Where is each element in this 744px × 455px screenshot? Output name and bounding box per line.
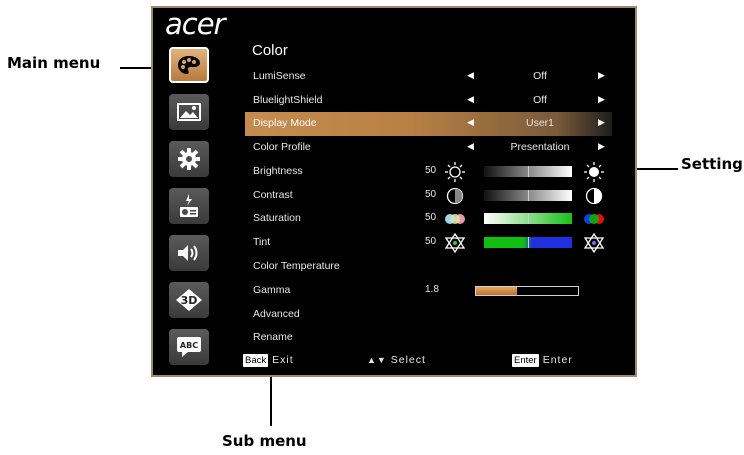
row-label: Color Profile [253, 141, 311, 153]
menu-3d[interactable]: 3D [169, 282, 209, 318]
row-label: BluelightShield [253, 94, 323, 106]
right-arrow-icon[interactable]: ▶ [598, 94, 605, 105]
row-rename[interactable]: Rename [245, 326, 612, 350]
row-display-mode[interactable]: Display Mode ◀ User1 ▶ [245, 112, 612, 136]
row-color-profile[interactable]: Color Profile ◀ Presentation ▶ [245, 136, 612, 160]
brightness-high-icon [584, 162, 604, 182]
back-key[interactable]: Back [243, 354, 269, 367]
menu-settings[interactable] [169, 141, 209, 177]
callout-main-menu: Main menu [7, 54, 101, 72]
acer-logo: acer [165, 7, 225, 41]
row-label: LumiSense [253, 70, 306, 82]
menu-management[interactable] [169, 188, 209, 224]
language-icon: ABC [177, 337, 201, 357]
row-value: Presentation [510, 141, 570, 153]
page-title: Color [252, 42, 288, 59]
row-number: 50 [425, 212, 437, 223]
row-label: Gamma [253, 284, 291, 296]
menu-audio[interactable] [169, 235, 209, 271]
saturation-high-icon [584, 214, 604, 224]
palette-icon [178, 56, 200, 74]
row-advanced[interactable]: Advanced [245, 303, 612, 327]
speaker-icon [178, 245, 198, 261]
menu-color[interactable] [169, 47, 209, 83]
row-label: Contrast [253, 189, 293, 201]
select-label: Select [390, 354, 426, 366]
right-arrow-icon[interactable]: ▶ [598, 117, 605, 128]
3d-icon: 3D [176, 289, 202, 311]
left-arrow-icon[interactable]: ◀ [467, 141, 474, 152]
row-label: Color Temperature [253, 260, 340, 272]
row-label: Advanced [253, 308, 300, 320]
row-label: Rename [253, 331, 293, 343]
row-value: Off [533, 94, 547, 106]
contrast-slider[interactable] [484, 190, 572, 201]
row-lumisense[interactable]: LumiSense ◀ Off ▶ [245, 65, 612, 89]
projector-power-icon [180, 194, 198, 217]
row-number: 50 [425, 165, 437, 176]
row-number: 50 [425, 189, 437, 200]
row-number: 1.8 [425, 284, 439, 295]
left-arrow-icon[interactable]: ◀ [467, 70, 474, 81]
row-number: 50 [425, 236, 437, 247]
row-label: Display Mode [253, 117, 317, 129]
row-value: User1 [525, 117, 554, 129]
right-arrow-icon[interactable]: ▶ [598, 141, 605, 152]
contrast-low-icon [446, 187, 464, 205]
menu-image[interactable] [169, 94, 209, 130]
brightness-low-icon [445, 162, 465, 182]
left-arrow-icon[interactable]: ◀ [467, 117, 474, 128]
row-gamma[interactable]: Gamma 1.8 [245, 279, 612, 303]
row-label: Tint [253, 236, 271, 248]
back-label: Exit [272, 354, 294, 366]
row-tint[interactable]: Tint 50 [245, 231, 612, 255]
menu-language[interactable]: ABC [169, 329, 209, 365]
gamma-bar[interactable] [475, 286, 579, 296]
row-brightness[interactable]: Brightness 50 [245, 160, 612, 184]
right-arrow-icon[interactable]: ▶ [598, 70, 605, 81]
left-arrow-icon[interactable]: ◀ [467, 94, 474, 105]
footer-enter: Enter Enter [512, 354, 573, 367]
up-down-arrow-icon: ▲▼ [367, 355, 387, 365]
tint-green-icon [444, 233, 466, 253]
gamma-bar-fill [476, 287, 517, 295]
row-saturation[interactable]: Saturation 50 [245, 207, 612, 231]
footer-select: ▲▼ Select [367, 354, 426, 366]
enter-key[interactable]: Enter [512, 354, 539, 367]
row-value: Off [533, 70, 547, 82]
gear-icon [178, 148, 200, 170]
3d-text: 3D [181, 294, 198, 307]
saturation-slider[interactable] [484, 213, 572, 224]
contrast-high-icon [585, 187, 603, 205]
row-label: Saturation [253, 212, 301, 224]
saturation-low-icon [445, 214, 465, 224]
row-label: Brightness [253, 165, 303, 177]
row-contrast[interactable]: Contrast 50 [245, 184, 612, 208]
tint-slider[interactable] [484, 237, 572, 248]
row-bluelightshield[interactable]: BluelightShield ◀ Off ▶ [245, 89, 612, 113]
brightness-slider[interactable] [484, 166, 572, 177]
row-color-temperature[interactable]: Color Temperature [245, 255, 612, 279]
callout-setting: Setting [681, 155, 743, 173]
enter-label: Enter [542, 354, 573, 366]
abc-text: ABC [180, 341, 198, 350]
osd-window: acer 3D ABC Color LumiSense ◀ Off ▶ Blue… [151, 6, 637, 377]
image-icon [177, 103, 201, 121]
tint-purple-icon [583, 233, 605, 253]
footer-back: Back Exit [243, 354, 294, 367]
callout-sub-menu: Sub menu [222, 432, 307, 450]
